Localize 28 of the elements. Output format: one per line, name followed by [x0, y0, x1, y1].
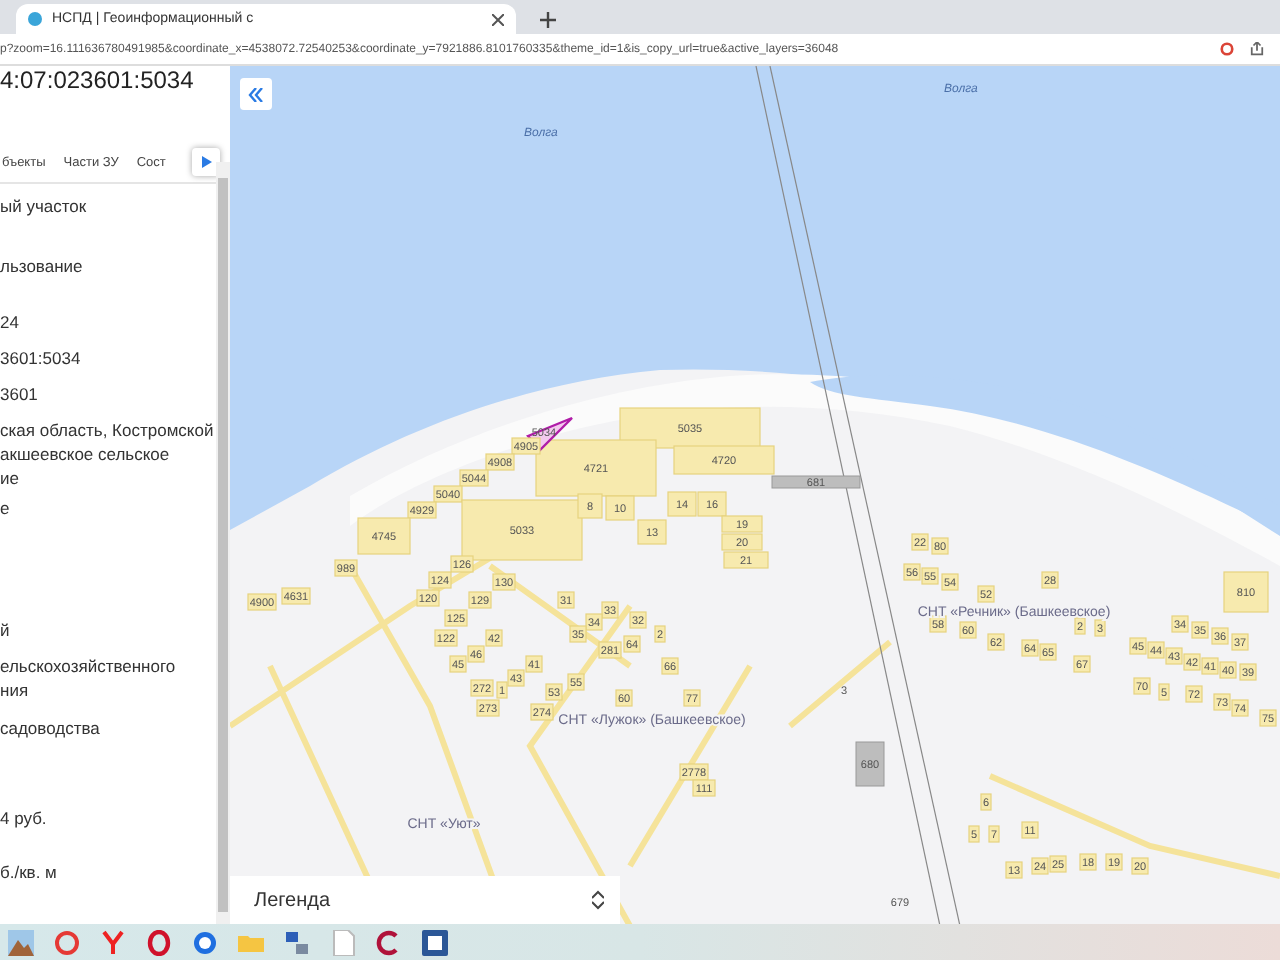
property-value: 3601 — [0, 382, 40, 406]
property-value: садоводства — [0, 716, 102, 740]
scrollbar[interactable] — [216, 162, 230, 924]
app-icon[interactable] — [376, 929, 402, 955]
property-value: й — [0, 618, 12, 642]
sort-chevrons-icon — [592, 890, 604, 910]
collapse-button[interactable] — [240, 78, 272, 110]
triangle-icon — [201, 156, 211, 168]
property-value: б./кв. м — [0, 860, 59, 884]
double-chevron-icon — [248, 87, 264, 101]
property-value: ый участок — [0, 194, 89, 218]
cadastral-number: 4:07:023601:5034 — [0, 66, 196, 98]
property-value: ельскохозяйственного ния — [0, 654, 178, 702]
property-value: е — [0, 496, 12, 520]
ring-icon[interactable] — [54, 929, 80, 955]
mountain-icon[interactable] — [8, 929, 34, 955]
close-icon[interactable] — [492, 13, 504, 25]
scroll-tabs-button[interactable] — [192, 148, 220, 176]
globe-icon[interactable] — [192, 929, 218, 955]
share-icon[interactable] — [1250, 42, 1264, 56]
property-value: льзование — [0, 254, 85, 278]
property-value: 3601:5034 — [0, 346, 83, 370]
network-icon[interactable] — [284, 929, 310, 955]
site-icon — [28, 12, 42, 26]
property-value: 24 — [0, 310, 21, 334]
legend-dropdown[interactable]: Легенда — [230, 876, 620, 924]
new-tab-icon[interactable] — [540, 12, 556, 28]
property-value: 4 руб. — [0, 806, 49, 830]
